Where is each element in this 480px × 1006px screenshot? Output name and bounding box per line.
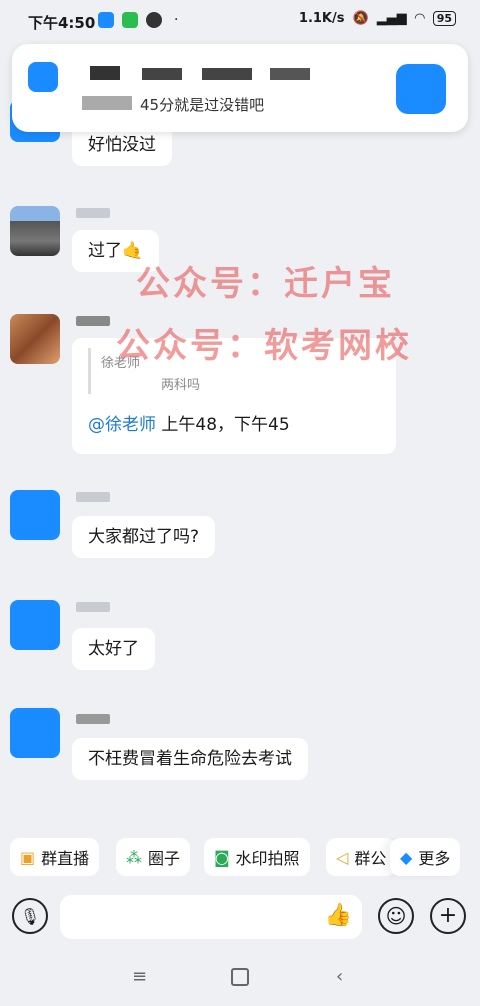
quick-action-label: 群直播 xyxy=(41,849,90,868)
mute-icon: 🔕 xyxy=(352,11,369,26)
quote-text: 两科吗 xyxy=(161,378,201,393)
camera-icon: ◙ xyxy=(214,847,230,867)
status-bar: 下午4:50 · 1.1K/s 🔕 ▂▄▆ ◠ 95 xyxy=(0,0,480,40)
live-icon: ▣ xyxy=(20,847,36,867)
microphone-icon: 🎙 xyxy=(19,906,41,926)
announcement-icon: ◁ xyxy=(336,847,349,867)
quick-action-label: 圈子 xyxy=(148,849,181,868)
add-button[interactable]: + xyxy=(430,898,466,934)
sender-name-redacted xyxy=(76,714,110,724)
home-icon[interactable] xyxy=(231,968,249,986)
quick-action-label: 更多 xyxy=(418,849,451,868)
group-live-button[interactable]: ▣ 群直播 xyxy=(10,838,100,876)
quick-action-bar: ▣ 群直播 ⁂ 圈子 ◙ 水印拍照 ◁ 群公 ◆ 更多 xyxy=(0,838,480,880)
message-text: 过了 xyxy=(88,241,122,261)
avatar[interactable] xyxy=(10,314,60,364)
sender-name-redacted xyxy=(76,602,110,612)
avatar[interactable] xyxy=(10,206,60,256)
avatar[interactable] xyxy=(10,490,60,540)
watermark-photo-button[interactable]: ◙ 水印拍照 xyxy=(204,838,310,876)
message-bubble[interactable]: 不枉费冒着生命危险去考试 xyxy=(72,738,308,780)
avatar[interactable] xyxy=(10,600,60,650)
more-icon: ◆ xyxy=(400,847,413,867)
sender-name-redacted xyxy=(76,208,110,218)
voice-button[interactable]: 🎙 xyxy=(12,898,48,934)
back-icon[interactable]: ‹ xyxy=(336,966,343,987)
net-speed: 1.1K/s xyxy=(298,11,345,26)
thumbs-up-icon[interactable]: 👍 xyxy=(325,903,352,928)
system-nav-bar: ≡ ‹ xyxy=(0,950,480,1006)
menu-icon[interactable]: ≡ xyxy=(132,966,147,987)
more-button[interactable]: ◆ 更多 xyxy=(390,838,461,876)
app-icon[interactable] xyxy=(396,64,446,114)
avatar[interactable] xyxy=(10,708,60,758)
app-notification-icon xyxy=(98,12,114,28)
wechat-icon xyxy=(122,12,138,28)
qq-icon xyxy=(146,12,162,28)
circle-button[interactable]: ⁂ 圈子 xyxy=(116,838,191,876)
battery-icon: 95 xyxy=(432,11,456,26)
mention-link[interactable]: @徐老师 xyxy=(88,415,156,435)
input-bar: 🎙 👍 ☺ + xyxy=(0,890,480,946)
watermark-text: 公众号：软考网校 xyxy=(116,326,412,366)
circle-icon: ⁂ xyxy=(126,847,142,867)
emoji-button[interactable]: ☺ xyxy=(378,898,414,934)
notification-banner[interactable]: 45分就是过没错吧 xyxy=(12,44,468,132)
app-logo-icon xyxy=(28,62,58,92)
signal-icon: ▂▄▆ xyxy=(376,11,407,26)
reply-text: @徐老师 上午48，下午45 xyxy=(88,410,290,435)
message-bubble[interactable]: 太好了 xyxy=(72,628,155,670)
notification-message: 45分就是过没错吧 xyxy=(140,96,265,114)
quick-action-label: 群公 xyxy=(354,849,387,868)
status-dot: · xyxy=(174,12,179,28)
message-bubble[interactable]: 大家都过了吗? xyxy=(72,516,216,558)
message-text: 上午48，下午45 xyxy=(156,415,290,435)
message-input[interactable]: 👍 xyxy=(60,895,362,939)
sender-name-redacted xyxy=(76,492,110,502)
announcement-button[interactable]: ◁ 群公 xyxy=(326,838,397,876)
emoji-icon: ☺ xyxy=(385,904,407,928)
notification-sender-redacted xyxy=(90,66,120,80)
plus-icon: + xyxy=(438,903,458,928)
watermark-text: 公众号：迁户宝 xyxy=(136,264,395,304)
sender-name-redacted xyxy=(76,316,110,326)
wifi-icon: ◠ xyxy=(414,11,425,26)
quick-action-label: 水印拍照 xyxy=(235,849,300,868)
status-time: 下午4:50 xyxy=(28,14,96,32)
